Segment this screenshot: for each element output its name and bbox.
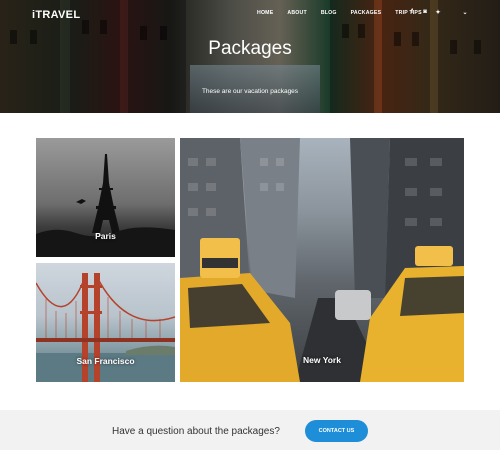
package-label-new-york: New York (303, 355, 341, 365)
twitter-icon[interactable]: ✦ (435, 9, 441, 16)
instagram-icon[interactable]: ◙ (422, 9, 428, 16)
nav-packages[interactable]: PACKAGES (351, 10, 382, 16)
contact-cta-bar: Have a question about the packages? (0, 410, 500, 450)
package-label-san-francisco: San Francisco (76, 356, 135, 366)
cta-question-text: Have a question about the packages? (112, 426, 280, 437)
package-tile-paris[interactable]: Paris (36, 138, 175, 257)
nav-blog[interactable]: BLOG (321, 10, 337, 16)
social-links: f ◙ ✦ ⌄ (409, 9, 468, 16)
package-label-paris: Paris (95, 231, 116, 241)
page-title: Packages (208, 38, 292, 59)
contact-us-button[interactable]: CONTACT US (305, 420, 368, 442)
package-tile-new-york[interactable]: New York (180, 138, 464, 382)
nav-home[interactable]: HOME (257, 10, 273, 16)
nav-about[interactable]: ABOUT (287, 10, 306, 16)
facebook-icon[interactable]: f (409, 9, 415, 16)
package-tile-san-francisco[interactable]: San Francisco (36, 263, 175, 382)
new-york-street-image (180, 138, 464, 382)
page-subtitle: These are our vacation packages (201, 88, 299, 95)
chevron-down-icon[interactable]: ⌄ (462, 9, 468, 16)
site-logo[interactable]: iTRAVEL (32, 9, 80, 21)
